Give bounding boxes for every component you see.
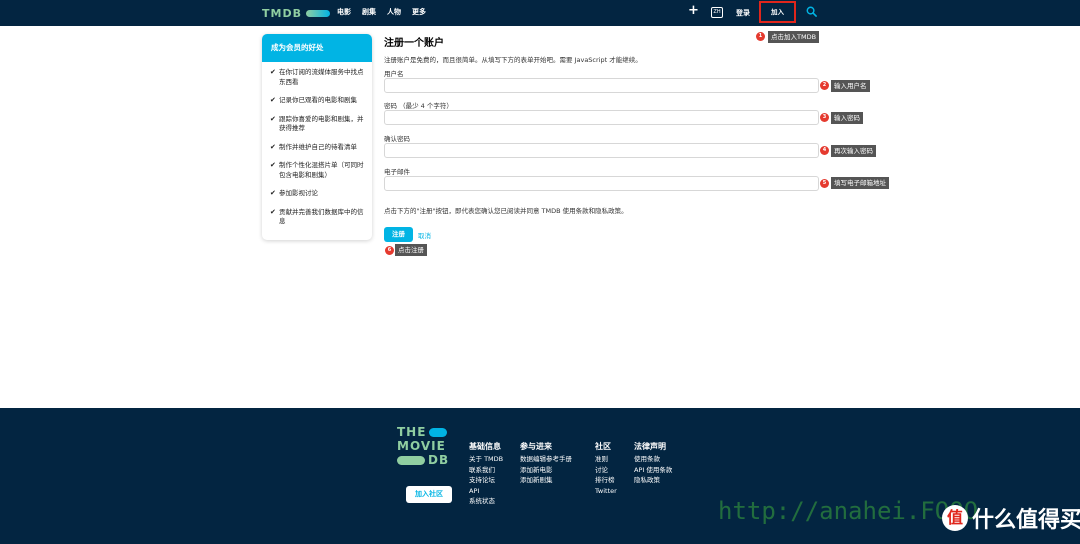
logo-pill-icon	[397, 455, 425, 465]
check-icon: ✔	[270, 142, 276, 151]
logo-pill-icon	[429, 427, 448, 437]
list-item: ✔ 跟踪你喜爱的电影和剧集，并获得推荐	[270, 115, 366, 134]
email-field[interactable]	[384, 176, 819, 191]
annotation-badge: 4	[820, 146, 829, 155]
footer-column-community: 社区 准则 讨论 排行榜 Twitter	[595, 441, 617, 496]
footer-column-title: 法律声明	[634, 442, 666, 451]
list-item: ✔ 记录你已观看的电影和剧集	[270, 96, 366, 106]
footer-link[interactable]: 讨论	[595, 465, 617, 476]
form-intro: 注册账户是免费的，而且很简单。从填写下方的表单开始吧。需要 JavaScript…	[384, 56, 642, 64]
benefits-list: ✔ 在你订阅的流媒体服务中找点东西看 ✔ 记录你已观看的电影和剧集 ✔ 跟踪你喜爱的电…	[262, 62, 372, 227]
top-navigation-bar	[0, 0, 1080, 26]
footer-link[interactable]: 准则	[595, 454, 617, 465]
nav-people[interactable]: 人物	[387, 7, 401, 17]
benefit-text: 在你订阅的流媒体服务中找点东西看	[279, 68, 364, 86]
footer-link[interactable]: 关于 TMDB	[469, 454, 503, 465]
list-item: ✔ 贡献并完善我们数据库中的信息	[270, 208, 366, 227]
signup-button[interactable]: 注册	[384, 227, 413, 242]
list-item: ✔ 参加影视讨论	[270, 189, 366, 199]
footer-column-basics: 基础信息 关于 TMDB 联系我们 支持论坛 API 系统状态	[469, 441, 503, 507]
benefits-card: 成为会员的好处 ✔ 在你订阅的流媒体服务中找点东西看 ✔ 记录你已观看的电影和剧集 …	[262, 34, 372, 240]
login-link[interactable]: 登录	[736, 8, 750, 18]
watermark-url: http://anahei.FOOO	[718, 497, 979, 525]
language-button[interactable]: ZH	[711, 7, 723, 18]
footer-link[interactable]: 添加新电影	[520, 465, 572, 476]
footer-link[interactable]: API 使用条款	[634, 465, 672, 476]
footer-link[interactable]: 支持论坛	[469, 475, 503, 486]
nav-movies[interactable]: 电影	[337, 7, 351, 17]
benefits-title: 成为会员的好处	[262, 34, 372, 62]
brand-text: 什么值得买	[972, 508, 1080, 533]
footer-link[interactable]: 联系我们	[469, 465, 503, 476]
footer-link[interactable]: 使用条款	[634, 454, 672, 465]
check-icon: ✔	[270, 161, 276, 169]
benefit-text: 参加影视讨论	[279, 189, 318, 197]
email-label: 电子邮件	[384, 168, 410, 176]
footer-link[interactable]: Twitter	[595, 486, 617, 497]
list-item: ✔ 制作并维护自己的待看清单	[270, 143, 366, 153]
logo-pill-icon	[305, 9, 330, 17]
check-icon: ✔	[270, 207, 276, 216]
footer-link[interactable]: 添加新剧集	[520, 475, 572, 486]
join-tmdb-link[interactable]: 加入 TMDB	[759, 1, 796, 34]
signup-form-header: 注册一个账户 注册账户是免费的，而且很简单。从填写下方的表单开始吧。需要 Jav…	[384, 34, 642, 64]
check-icon: ✔	[270, 114, 276, 123]
benefit-text: 跟踪你喜爱的电影和剧集，并获得推荐	[279, 114, 364, 133]
confirm-password-field[interactable]	[384, 143, 819, 158]
search-icon[interactable]	[806, 6, 817, 17]
confirm-password-label: 确认密码	[384, 135, 410, 143]
tmdb-logo[interactable]: TMDB	[262, 6, 330, 20]
username-label: 用户名	[384, 70, 404, 78]
footer-column-legal: 法律声明 使用条款 API 使用条款 隐私政策	[634, 441, 672, 486]
annotation-badge: 6	[385, 246, 394, 255]
nav-more[interactable]: 更多	[412, 7, 426, 17]
annotation-note: 输入密码	[831, 112, 863, 124]
password-field[interactable]	[384, 110, 819, 125]
benefit-text: 记录你已观看的电影和剧集	[279, 96, 357, 104]
benefit-text: 制作个性化混搭片单（可同时包含电影和剧集）	[279, 161, 364, 179]
footer-column-title: 基础信息	[469, 442, 501, 451]
terms-notice: 点击下方的"注册"按钮，即代表您确认您已阅读并同意 TMDB 使用条款和隐私政策…	[384, 207, 628, 215]
annotation-note: 输入用户名	[831, 80, 870, 92]
footer-column-title: 参与进来	[520, 442, 552, 451]
check-icon: ✔	[270, 68, 276, 76]
list-item: ✔ 制作个性化混搭片单（可同时包含电影和剧集）	[270, 161, 366, 180]
watermark-brand: 值 什么值得买	[942, 502, 1080, 534]
list-item: ✔ 在你订阅的流媒体服务中找点东西看	[270, 68, 366, 87]
footer-logo-line: DB	[428, 453, 450, 467]
footer-column-get-involved: 参与进来 数据编辑参考手册 添加新电影 添加新剧集	[520, 441, 572, 486]
footer-column-title: 社区	[595, 442, 611, 451]
check-icon: ✔	[270, 189, 276, 197]
page-title: 注册一个账户	[384, 38, 444, 49]
footer-link[interactable]: 隐私政策	[634, 475, 672, 486]
check-icon: ✔	[270, 96, 276, 104]
benefit-text: 贡献并完善我们数据库中的信息	[279, 207, 364, 226]
brand-logo-icon: 值	[942, 505, 968, 531]
annotation-badge: 3	[820, 113, 829, 122]
cancel-link[interactable]: 取消	[418, 230, 431, 240]
join-community-button[interactable]: 加入社区	[406, 486, 452, 503]
annotation-note: 点击加入TMDB	[768, 31, 820, 43]
footer-logo-line: MOVIE	[397, 439, 446, 453]
nav-tv[interactable]: 剧集	[362, 7, 376, 17]
logo-text: TMDB	[262, 6, 302, 20]
benefit-text: 制作并维护自己的待看清单	[279, 142, 357, 151]
add-icon[interactable]: +	[688, 3, 699, 19]
annotation-note: 再次输入密码	[831, 145, 876, 157]
annotation-badge: 5	[820, 179, 829, 188]
password-label: 密码 （最少 4 个字符）	[384, 102, 453, 110]
annotation-note: 点击注册	[395, 244, 427, 256]
annotation-badge: 2	[820, 81, 829, 90]
footer-link[interactable]: 系统状态	[469, 496, 503, 507]
footer-link[interactable]: API	[469, 486, 503, 497]
annotation-badge: 1	[756, 32, 765, 41]
footer-link[interactable]: 排行榜	[595, 475, 617, 486]
annotation-note: 填写电子邮箱地址	[831, 177, 889, 189]
main-nav: 电影 剧集 人物 更多	[337, 7, 426, 17]
footer-link[interactable]: 数据编辑参考手册	[520, 454, 572, 465]
footer-logo[interactable]: THE MOVIE DB	[397, 425, 455, 467]
footer-logo-line: THE	[397, 425, 427, 439]
username-field[interactable]	[384, 78, 819, 93]
